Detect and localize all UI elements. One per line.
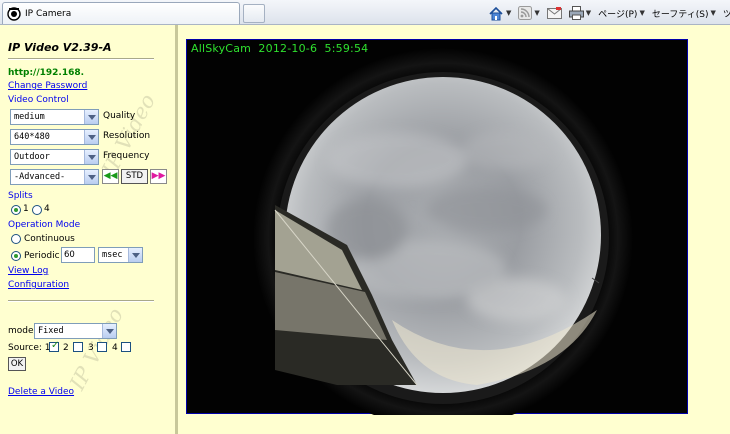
periodic-radio[interactable] [11, 251, 21, 261]
mode-value: Fixed [38, 326, 64, 336]
browser-tab[interactable]: IP Camera [2, 2, 240, 24]
period-input[interactable]: 60 [61, 247, 95, 263]
period-unit-select[interactable]: msec [98, 247, 143, 263]
all-sky-image [253, 48, 633, 415]
source-1-checkbox[interactable] [49, 340, 59, 352]
ok-button[interactable]: OK [8, 357, 26, 371]
print-button[interactable]: ▼ [568, 6, 592, 20]
chevron-down-icon [128, 248, 142, 262]
chevron-down-icon [84, 130, 98, 144]
source-2-label: 2 [63, 343, 69, 353]
page-menu-label: ページ(P) [598, 9, 638, 20]
printer-icon [568, 6, 584, 20]
chevron-down-icon [102, 324, 116, 338]
rewind-button[interactable]: ◀◀ [102, 169, 119, 184]
mail-button[interactable] [546, 7, 562, 19]
advanced-select[interactable]: -Advanced- [10, 169, 99, 185]
ip-address: http://192.168. [8, 68, 85, 78]
quality-select[interactable]: medium [10, 109, 99, 125]
browser-tab-bar: IP Camera ▼ ▼ ▼ ページ(P) ▼ セーフティ(S) ▼ ツ [0, 0, 730, 25]
chevron-down-icon [84, 110, 98, 124]
safety-menu-label: セーフティ(S) [651, 9, 709, 20]
chevron-down-icon [84, 170, 98, 184]
operation-mode-heading: Operation Mode [8, 220, 81, 230]
std-button[interactable]: STD [121, 169, 148, 184]
tab-title: IP Camera [25, 8, 72, 19]
chevron-down-icon: ▼ [506, 9, 512, 17]
source-4-label: 4 [112, 343, 118, 353]
divider [8, 58, 154, 60]
camera-timestamp-overlay: AllSkyCam 2012-10-6 5:59:54 [191, 42, 369, 55]
split-1-radio[interactable] [11, 205, 21, 215]
delete-video-link[interactable]: Delete a Video [8, 387, 74, 397]
forward-button[interactable]: ▶▶ [150, 169, 167, 184]
source-4-checkbox[interactable] [121, 342, 131, 352]
source-2-checkbox[interactable] [73, 342, 83, 352]
view-log-link[interactable]: View Log [8, 266, 48, 276]
resolution-label: Resolution [103, 131, 151, 141]
advanced-value: -Advanced- [14, 172, 66, 182]
tools-menu[interactable]: ツ [723, 7, 730, 20]
home-button[interactable]: ▼ [488, 6, 511, 21]
split-1-label: 1 [23, 204, 29, 214]
chevron-down-icon: ▼ [585, 9, 592, 17]
periodic-label: Periodic [24, 251, 60, 261]
resolution-select[interactable]: 640*480 [10, 129, 99, 145]
splits-heading: Splits [8, 191, 33, 201]
frequency-label: Frequency [103, 151, 150, 161]
control-panel: IP Video IP Video IP Video V2.39-A http:… [0, 25, 178, 434]
chevron-down-icon [84, 150, 98, 164]
source-label: Source: 1 [8, 343, 51, 353]
new-tab-button[interactable] [243, 4, 265, 23]
command-bar: ▼ ▼ ▼ ページ(P) ▼ セーフティ(S) ▼ ツ [488, 3, 730, 23]
resolution-value: 640*480 [14, 132, 50, 142]
change-password-link[interactable]: Change Password [8, 81, 87, 91]
mode-label: mode: [8, 326, 37, 336]
home-icon [489, 6, 503, 20]
frequency-value: Outdoor [14, 152, 50, 162]
split-4-radio[interactable] [32, 205, 42, 215]
frequency-select[interactable]: Outdoor [10, 149, 99, 165]
quality-value: medium [14, 112, 45, 122]
video-control-heading: Video Control [8, 95, 69, 105]
camera-favicon-icon [7, 6, 21, 21]
feeds-button[interactable]: ▼ [518, 6, 540, 20]
mode-select[interactable]: Fixed [34, 323, 117, 339]
page-menu[interactable]: ページ(P) ▼ [598, 7, 645, 20]
split-4-label: 4 [44, 204, 50, 214]
source-3-label: 3 [88, 343, 94, 353]
mail-icon [546, 7, 562, 19]
chevron-down-icon: ▼ [534, 9, 540, 17]
continuous-label: Continuous [24, 234, 75, 244]
divider [8, 300, 154, 302]
safety-menu[interactable]: セーフティ(S) ▼ [652, 7, 716, 20]
camera-view: AllSkyCam 2012-10-6 5:59:54 [186, 39, 688, 415]
configuration-link[interactable]: Configuration [8, 280, 69, 290]
quality-label: Quality [103, 111, 136, 121]
app-title: IP Video V2.39-A [8, 41, 112, 54]
chevron-down-icon: ▼ [710, 9, 716, 17]
continuous-radio[interactable] [11, 234, 21, 244]
chevron-down-icon: ▼ [639, 9, 645, 17]
tools-menu-label: ツ [722, 9, 730, 20]
rss-feed-icon [518, 6, 533, 20]
period-unit-value: msec [102, 250, 123, 260]
source-3-checkbox[interactable] [97, 342, 107, 352]
